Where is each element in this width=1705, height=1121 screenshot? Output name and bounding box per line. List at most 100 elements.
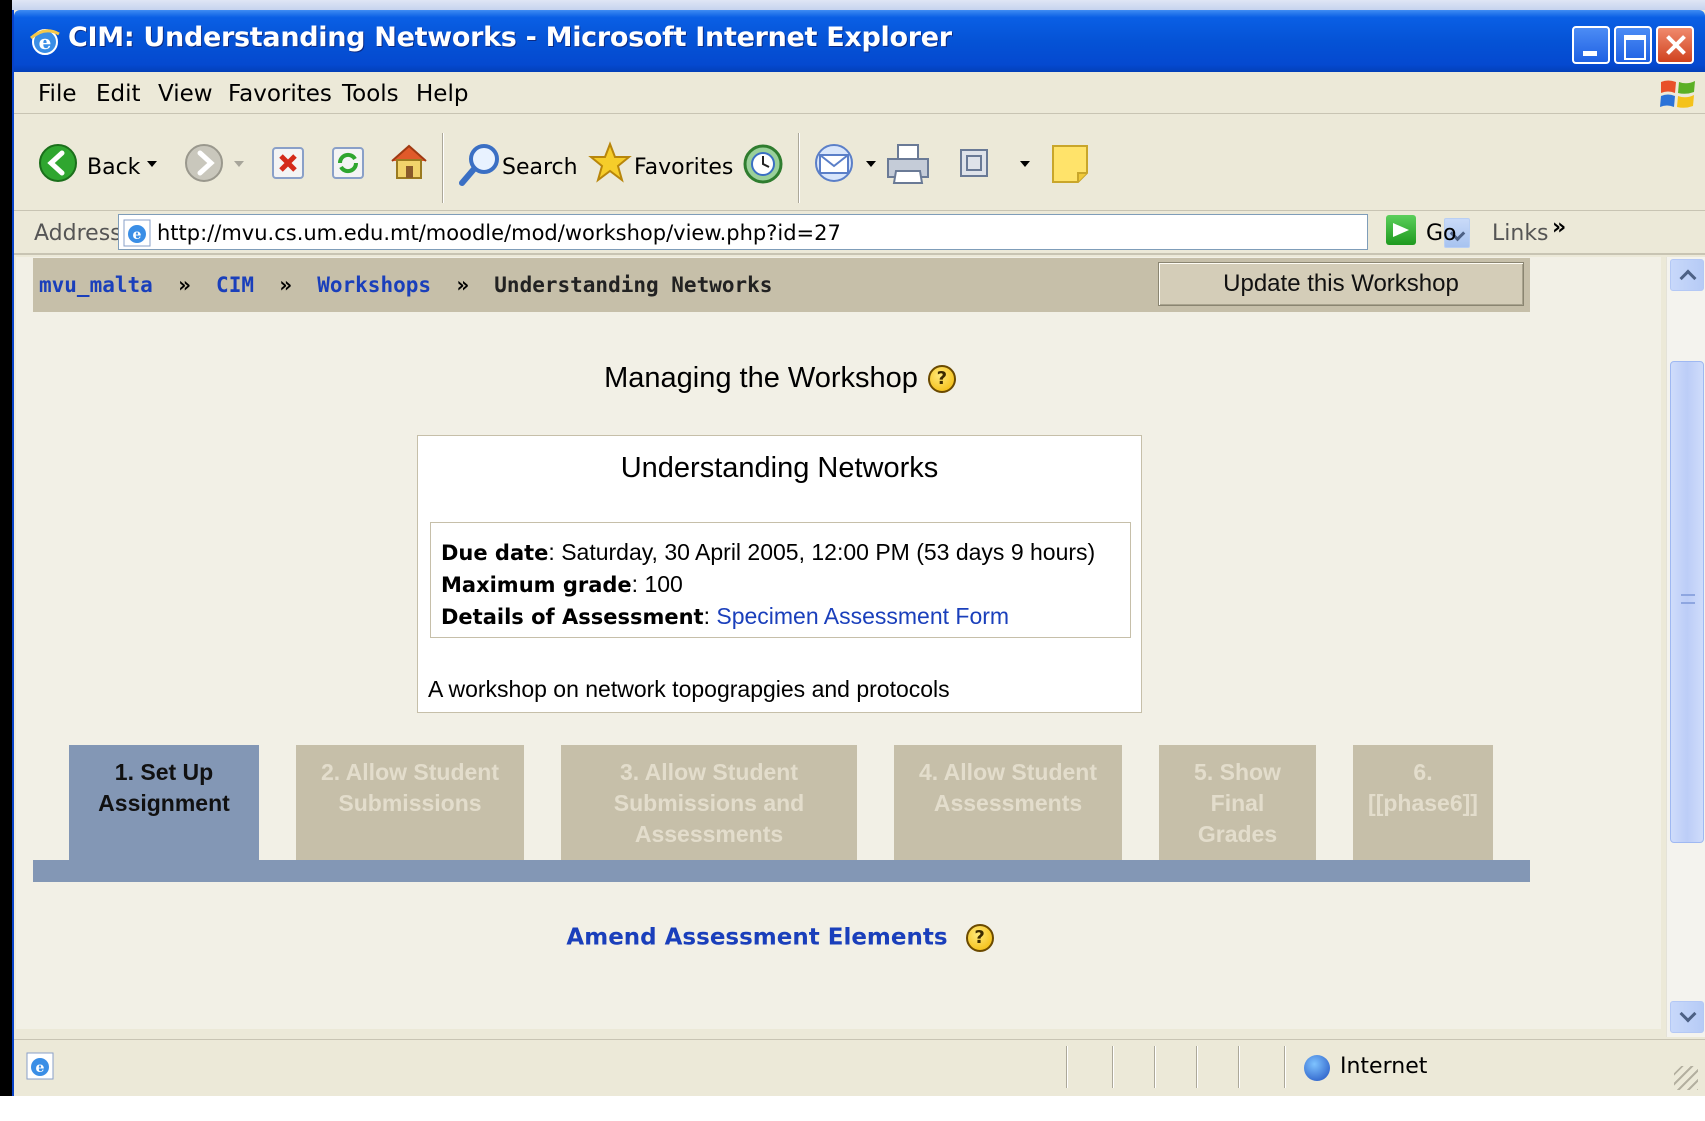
- resize-grip[interactable]: [1674, 1066, 1698, 1090]
- tab-phase-6[interactable]: 6. [[phase6]]: [1353, 745, 1493, 860]
- maximize-button[interactable]: [1614, 26, 1652, 64]
- page-status-icon: e: [26, 1052, 54, 1080]
- help-icon[interactable]: ?: [927, 365, 956, 394]
- status-divider: [1066, 1046, 1068, 1088]
- tab-label-line: Final: [1210, 790, 1265, 816]
- tab-phase-5[interactable]: 5. Show Final Grades: [1159, 745, 1316, 860]
- back-label[interactable]: Back: [87, 155, 140, 180]
- tab-label-line: 2. Allow Student: [320, 759, 500, 785]
- workshop-title: Understanding Networks: [620, 452, 939, 484]
- toolbar-separator: [798, 133, 800, 203]
- workshop-details: Due date: Saturday, 30 April 2005, 12:00…: [430, 522, 1131, 638]
- breadcrumb-link-course[interactable]: CIM: [216, 273, 254, 297]
- tab-label-line: 1. Set Up: [114, 759, 214, 785]
- links-label[interactable]: Links: [1492, 221, 1549, 246]
- go-button-label[interactable]: Go: [1426, 221, 1457, 246]
- tab-phase-3[interactable]: 3. Allow Student Submissions and Assessm…: [561, 745, 857, 860]
- forward-dropdown-icon[interactable]: [234, 161, 244, 167]
- history-icon[interactable]: [742, 143, 784, 185]
- menu-tools[interactable]: Tools: [342, 81, 399, 107]
- page-heading: Managing the Workshop?: [0, 362, 1560, 395]
- status-bar: e Internet: [14, 1039, 1705, 1096]
- page-heading-text: Managing the Workshop: [604, 362, 918, 394]
- update-workshop-button[interactable]: Update this Workshop: [1158, 262, 1524, 306]
- standard-toolbar: Back Search Favorites: [14, 115, 1705, 211]
- tab-label-line: Submissions and: [613, 790, 805, 816]
- scroll-down-button[interactable]: [1670, 1001, 1704, 1033]
- links-chevron-icon[interactable]: »: [1552, 215, 1566, 240]
- tab-label-line: Assessments: [634, 821, 784, 847]
- breadcrumb-separator: »: [165, 273, 204, 297]
- globe-icon: [1304, 1055, 1330, 1081]
- breadcrumb-current: Understanding Networks: [494, 273, 773, 297]
- svg-text:e: e: [36, 1060, 45, 1076]
- home-icon[interactable]: [388, 141, 430, 183]
- print-icon[interactable]: [884, 141, 932, 187]
- note-icon[interactable]: [1050, 143, 1090, 185]
- status-divider: [1154, 1046, 1156, 1088]
- specimen-assessment-link[interactable]: Specimen Assessment Form: [716, 603, 1009, 629]
- refresh-icon[interactable]: [330, 145, 366, 181]
- tab-phase-4[interactable]: 4. Allow Student Assessments: [894, 745, 1122, 860]
- scroll-up-button[interactable]: [1670, 259, 1704, 291]
- tab-label-line: [[phase6]]: [1368, 790, 1478, 816]
- vertical-scrollbar[interactable]: [1666, 257, 1705, 1037]
- back-icon[interactable]: [38, 143, 78, 183]
- favorites-label[interactable]: Favorites: [634, 155, 733, 180]
- menu-file[interactable]: File: [38, 81, 77, 107]
- address-url[interactable]: http://mvu.cs.um.edu.mt/moodle/mod/works…: [157, 221, 841, 245]
- scroll-thumb-grip: [1681, 594, 1695, 604]
- tab-label-line: 4. Allow Student: [918, 759, 1098, 785]
- forward-icon[interactable]: [184, 143, 224, 183]
- title-bar[interactable]: e CIM: Understanding Networks - Microsof…: [14, 10, 1705, 72]
- workshop-info-box: Understanding Networks Due date: Saturda…: [417, 435, 1142, 713]
- security-zone-label: Internet: [1340, 1054, 1428, 1079]
- go-arrow-icon[interactable]: [1386, 215, 1416, 245]
- tab-label-line: Submissions: [338, 790, 482, 816]
- navigation-bar: mvu_malta » CIM » Workshops » Understand…: [33, 258, 1530, 312]
- address-label: Address: [34, 221, 122, 246]
- page-favicon-icon: e: [123, 219, 151, 247]
- favorites-star-icon[interactable]: [588, 141, 632, 185]
- max-grade-value: : 100: [631, 571, 683, 597]
- menu-edit[interactable]: Edit: [96, 81, 141, 107]
- help-icon[interactable]: ?: [965, 924, 994, 952]
- max-grade-label: Maximum grade: [441, 573, 632, 597]
- breadcrumb-separator: »: [443, 273, 482, 297]
- desktop-background-top: [0, 0, 1705, 10]
- assessment-separator: :: [703, 603, 717, 629]
- minimize-button[interactable]: [1572, 26, 1610, 64]
- close-button[interactable]: [1656, 26, 1694, 64]
- assessment-label: Details of Assessment: [441, 605, 704, 629]
- menu-view[interactable]: View: [158, 81, 213, 107]
- status-divider: [1284, 1046, 1286, 1088]
- due-date-value: : Saturday, 30 April 2005, 12:00 PM (53 …: [548, 539, 1096, 565]
- tab-phase-2[interactable]: 2. Allow Student Submissions: [296, 745, 524, 860]
- back-dropdown-icon[interactable]: [147, 161, 157, 167]
- search-icon[interactable]: [458, 141, 504, 187]
- status-divider: [1238, 1046, 1240, 1088]
- menu-favorites[interactable]: Favorites: [228, 81, 332, 107]
- mail-dropdown-icon[interactable]: [866, 161, 876, 167]
- toolbar-separator: [442, 133, 444, 203]
- breadcrumb: mvu_malta » CIM » Workshops » Understand…: [39, 273, 772, 297]
- tab-phase-1[interactable]: 1. Set Up Assignment: [69, 745, 259, 860]
- tab-label-line: 5. Show: [1194, 759, 1281, 785]
- tab-label-line: Assessments: [933, 790, 1083, 816]
- amend-assessment-link[interactable]: Amend Assessment Elements: [566, 925, 947, 951]
- mail-icon[interactable]: [814, 141, 862, 185]
- address-bar: Address e http://mvu.cs.um.edu.mt/moodle…: [14, 211, 1705, 255]
- search-label[interactable]: Search: [502, 155, 578, 180]
- breadcrumb-link-workshops[interactable]: Workshops: [317, 273, 431, 297]
- windows-logo-icon: [1660, 80, 1695, 108]
- ie-logo-icon[interactable]: e: [28, 24, 62, 58]
- menu-help[interactable]: Help: [416, 81, 468, 107]
- edit-icon[interactable]: [958, 147, 990, 179]
- edit-dropdown-icon[interactable]: [1020, 161, 1030, 167]
- stop-icon[interactable]: [270, 145, 306, 181]
- breadcrumb-link-site[interactable]: mvu_malta: [39, 273, 153, 297]
- scroll-thumb[interactable]: [1670, 361, 1704, 843]
- address-input[interactable]: e http://mvu.cs.um.edu.mt/moodle/mod/wor…: [118, 214, 1470, 250]
- menu-bar: File Edit View Favorites Tools Help: [14, 72, 1705, 114]
- breadcrumb-separator: »: [266, 273, 305, 297]
